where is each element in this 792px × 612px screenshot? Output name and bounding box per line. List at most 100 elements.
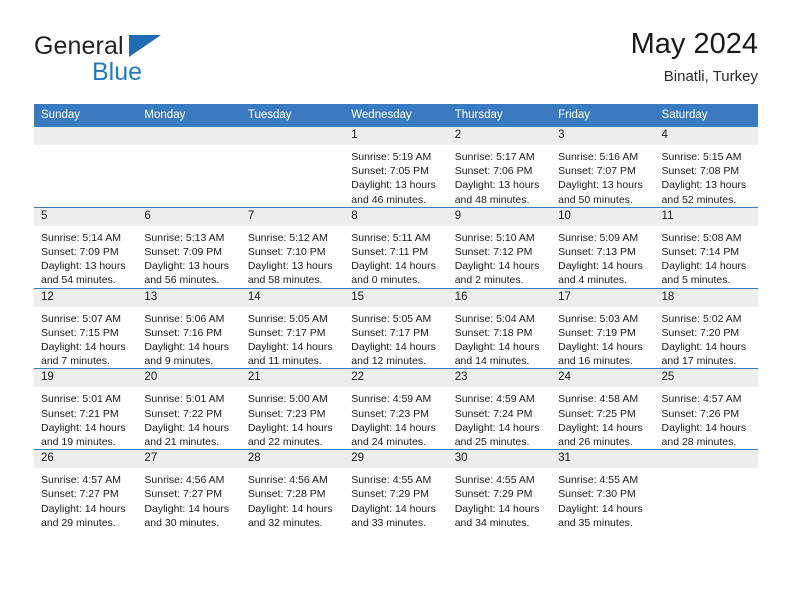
sunrise-text: Sunrise: 4:57 AM — [661, 393, 742, 406]
day-details: Sunrise: 4:59 AM Sunset: 7:24 PM Daylight:… — [448, 387, 551, 449]
calendar-day-cell[interactable]: 17 Sunrise: 5:03 AM Sunset: 7:19 PM Dayligh… — [551, 287, 655, 369]
sunset-text: Sunset: 7:23 PM — [351, 407, 429, 420]
calendar-day-cell[interactable]: 21 Sunrise: 5:00 AM Sunset: 7:23 PM Dayligh… — [240, 368, 345, 450]
daylight-text-line1: Daylight: 13 hours — [454, 179, 540, 192]
daylight-text-line2: and 29 minutes. — [41, 516, 116, 529]
daylight-text-line2: and 2 minutes. — [454, 274, 524, 287]
page-header: General Blue May 2024 Binatli, Turkey — [34, 28, 758, 98]
day-number: 12 — [34, 288, 138, 307]
day-number: 3 — [551, 127, 655, 145]
calendar-page: General Blue May 2024 Binatli, Turkey Su… — [0, 0, 792, 612]
calendar-day-cell[interactable]: 12 Sunrise: 5:07 AM Sunset: 7:15 PM Dayligh… — [34, 287, 138, 369]
calendar-day-cell[interactable]: 27 Sunrise: 4:56 AM Sunset: 7:27 PM Dayligh… — [137, 449, 241, 531]
daylight-text-line1: Daylight: 14 hours — [41, 421, 126, 434]
calendar-day-cell[interactable]: 8 Sunrise: 5:11 AM Sunset: 7:11 PM Daylight… — [344, 206, 448, 289]
daylight-text-line1: Daylight: 14 hours — [558, 502, 643, 515]
calendar-day-cell[interactable]: 24 Sunrise: 4:58 AM Sunset: 7:25 PM Dayligh… — [551, 368, 655, 450]
generalblue-logo[interactable]: General Blue — [34, 34, 294, 94]
calendar-day-cell[interactable]: 29 Sunrise: 4:55 AM Sunset: 7:29 PM Dayligh… — [344, 449, 448, 531]
sunrise-text: Sunrise: 5:08 AM — [661, 231, 742, 244]
day-details: Sunrise: 4:55 AM Sunset: 7:30 PM Daylight:… — [551, 468, 654, 530]
weekday-header-saturday: Saturday — [654, 104, 758, 127]
daylight-text-line1: Daylight: 14 hours — [351, 421, 436, 434]
calendar-cell-empty — [34, 126, 138, 208]
sunrise-text: Sunrise: 4:59 AM — [351, 393, 432, 406]
day-details: Sunrise: 4:56 AM Sunset: 7:28 PM Daylight:… — [241, 468, 344, 530]
daylight-text-line2: and 26 minutes. — [558, 436, 633, 449]
day-details: Sunrise: 5:01 AM Sunset: 7:22 PM Daylight:… — [137, 387, 240, 449]
daylight-text-line2: and 25 minutes. — [454, 436, 530, 449]
daylight-text-line2: and 30 minutes. — [144, 516, 220, 529]
calendar-day-cell[interactable]: 2 Sunrise: 5:17 AM Sunset: 7:06 PM Daylight… — [447, 126, 552, 208]
calendar-day-cell[interactable]: 13 Sunrise: 5:06 AM Sunset: 7:16 PM Dayligh… — [137, 287, 241, 369]
logo-text-blue: Blue — [92, 58, 143, 86]
calendar-day-cell[interactable]: 10 Sunrise: 5:09 AM Sunset: 7:13 PM Dayligh… — [551, 206, 655, 289]
calendar-day-cell[interactable]: 6 Sunrise: 5:13 AM Sunset: 7:09 PM Daylight… — [137, 206, 241, 289]
day-details: Sunrise: 5:05 AM Sunset: 7:17 PM Daylight:… — [241, 307, 344, 369]
daylight-text-line1: Daylight: 14 hours — [41, 502, 126, 515]
day-details: Sunrise: 4:58 AM Sunset: 7:25 PM Daylight:… — [551, 387, 654, 449]
daylight-text-line1: Daylight: 14 hours — [661, 421, 747, 434]
sunrise-text: Sunrise: 5:00 AM — [247, 393, 328, 406]
calendar-day-cell[interactable]: 14 Sunrise: 5:05 AM Sunset: 7:17 PM Dayligh… — [240, 287, 345, 369]
daylight-text-line1: Daylight: 14 hours — [454, 260, 540, 273]
daylight-text-line1: Daylight: 14 hours — [661, 341, 747, 354]
calendar-day-cell[interactable]: 15 Sunrise: 5:05 AM Sunset: 7:17 PM Dayligh… — [344, 287, 448, 369]
calendar-header-row: Sunday Monday Tuesday Wednesday Thursday… — [34, 104, 758, 127]
calendar-day-cell[interactable]: 22 Sunrise: 4:59 AM Sunset: 7:23 PM Dayligh… — [344, 368, 448, 450]
calendar-week-row: 12 Sunrise: 5:07 AM Sunset: 7:15 PM Dayligh… — [34, 287, 758, 369]
calendar-day-cell[interactable]: 9 Sunrise: 5:10 AM Sunset: 7:12 PM Daylight… — [447, 206, 552, 289]
weekday-header-monday: Monday — [137, 104, 241, 127]
sunrise-text: Sunrise: 5:02 AM — [661, 312, 742, 325]
day-number: 24 — [551, 369, 655, 388]
day-number — [654, 450, 758, 469]
calendar-day-cell[interactable]: 1 Sunrise: 5:19 AM Sunset: 7:05 PM Daylight… — [344, 126, 448, 208]
calendar-day-cell[interactable]: 28 Sunrise: 4:56 AM Sunset: 7:28 PM Dayligh… — [240, 449, 345, 531]
calendar-day-cell[interactable]: 18 Sunrise: 5:02 AM Sunset: 7:20 PM Dayligh… — [654, 287, 758, 369]
weekday-header-sunday: Sunday — [34, 104, 138, 127]
calendar-day-cell[interactable]: 20 Sunrise: 5:01 AM Sunset: 7:22 PM Dayligh… — [137, 368, 241, 450]
calendar-day-cell[interactable]: 25 Sunrise: 4:57 AM Sunset: 7:26 PM Dayligh… — [654, 368, 758, 450]
calendar-day-cell[interactable]: 16 Sunrise: 5:04 AM Sunset: 7:18 PM Dayligh… — [447, 287, 552, 369]
weekday-header-wednesday: Wednesday — [344, 104, 448, 127]
calendar-day-cell[interactable]: 3 Sunrise: 5:16 AM Sunset: 7:07 PM Daylight… — [551, 126, 655, 208]
sunrise-text: Sunrise: 4:55 AM — [351, 474, 432, 487]
sunrise-text: Sunrise: 4:55 AM — [454, 474, 535, 487]
daylight-text-line2: and 54 minutes. — [41, 274, 116, 287]
logo-triangle-icon — [129, 35, 161, 57]
sunrise-text: Sunrise: 5:12 AM — [247, 231, 328, 244]
daylight-text-line2: and 46 minutes. — [351, 193, 426, 206]
calendar-week-row: 1 Sunrise: 5:19 AM Sunset: 7:05 PM Daylight… — [34, 126, 758, 208]
calendar-day-cell[interactable]: 26 Sunrise: 4:57 AM Sunset: 7:27 PM Dayligh… — [34, 449, 138, 531]
sunrise-text: Sunrise: 5:05 AM — [351, 312, 432, 325]
day-number: 15 — [344, 288, 448, 307]
daylight-text-line2: and 14 minutes. — [454, 355, 530, 368]
daylight-text-line2: and 4 minutes. — [558, 274, 627, 287]
day-number: 14 — [240, 288, 345, 307]
daylight-text-line1: Daylight: 13 hours — [558, 179, 643, 192]
sunset-text: Sunset: 7:12 PM — [454, 246, 533, 259]
sunset-text: Sunset: 7:23 PM — [247, 407, 326, 420]
day-number: 10 — [551, 207, 655, 226]
daylight-text-line1: Daylight: 14 hours — [558, 260, 643, 273]
daylight-text-line2: and 9 minutes. — [144, 355, 214, 368]
calendar-day-cell[interactable]: 19 Sunrise: 5:01 AM Sunset: 7:21 PM Dayligh… — [34, 368, 138, 450]
calendar-day-cell[interactable]: 30 Sunrise: 4:55 AM Sunset: 7:29 PM Dayligh… — [447, 449, 552, 531]
calendar-day-cell[interactable]: 5 Sunrise: 5:14 AM Sunset: 7:09 PM Daylight… — [34, 206, 138, 289]
calendar-day-cell[interactable]: 31 Sunrise: 4:55 AM Sunset: 7:30 PM Dayligh… — [551, 449, 655, 531]
sunrise-text: Sunrise: 4:55 AM — [558, 474, 639, 487]
day-number: 27 — [137, 450, 241, 469]
daylight-text-line1: Daylight: 14 hours — [247, 341, 333, 354]
daylight-text-line2: and 7 minutes. — [41, 355, 110, 368]
sunrise-text: Sunrise: 5:03 AM — [558, 312, 639, 325]
daylight-text-line2: and 35 minutes. — [558, 516, 633, 529]
day-number: 7 — [240, 207, 345, 226]
calendar-day-cell[interactable]: 23 Sunrise: 4:59 AM Sunset: 7:24 PM Dayligh… — [447, 368, 552, 450]
calendar-day-cell[interactable]: 11 Sunrise: 5:08 AM Sunset: 7:14 PM Dayligh… — [654, 206, 758, 289]
day-number: 20 — [137, 369, 241, 388]
calendar-day-cell[interactable]: 7 Sunrise: 5:12 AM Sunset: 7:10 PM Daylight… — [240, 206, 345, 289]
calendar-table: Sunday Monday Tuesday Wednesday Thursday… — [34, 104, 758, 531]
daylight-text-line2: and 0 minutes. — [351, 274, 421, 287]
calendar-day-cell[interactable]: 4 Sunrise: 5:15 AM Sunset: 7:08 PM Daylight… — [654, 126, 758, 208]
daylight-text-line1: Daylight: 14 hours — [661, 260, 747, 273]
